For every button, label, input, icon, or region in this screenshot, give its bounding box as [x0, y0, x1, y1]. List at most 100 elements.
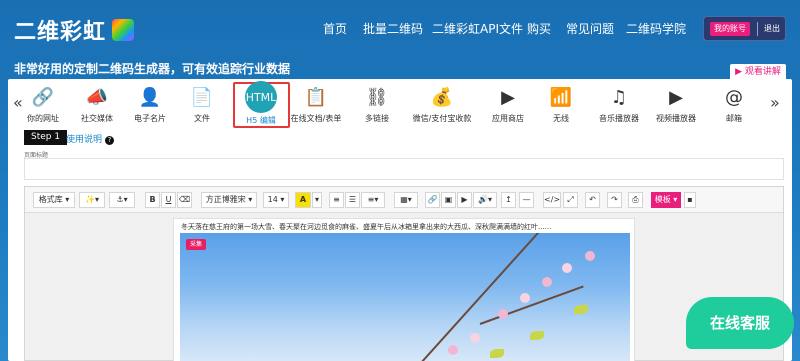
branch	[479, 285, 584, 325]
tool-multi-link[interactable]: ⛓ 多链接	[347, 85, 407, 124]
tool-video[interactable]: ▶ 视频播放器	[646, 85, 706, 124]
ordered-list-icon[interactable]: ≡	[329, 192, 344, 208]
nav-home[interactable]: 首页	[323, 20, 347, 37]
payment-icon: 💰	[430, 86, 454, 108]
tool-wifi[interactable]: 📶 无线	[531, 85, 591, 124]
scroll-right-icon[interactable]: »	[770, 93, 780, 112]
nav-batch-qr[interactable]: 批量二维码	[363, 20, 423, 37]
rich-text-editor: 格式库 ▾ ✨▾ ⚓▾ B U ⌫ 方正博雅宋 ▾ 14 ▾ A ▾ ≡ ☰ ≡…	[24, 186, 784, 361]
nav-faq[interactable]: 常见问题	[566, 20, 614, 37]
text-color-icon[interactable]: A	[295, 192, 311, 208]
tagline: 非常好用的定制二维码生成器，可有效追踪行业数据	[14, 62, 291, 76]
video-icon[interactable]: ▶	[457, 192, 472, 208]
redo-icon[interactable]: ↷	[607, 192, 622, 208]
tool-h5-editor[interactable]: HTML H5 编辑	[231, 81, 291, 126]
html-editor-icon: HTML	[245, 81, 277, 113]
tool-document[interactable]: 📋 在线文档/表单	[286, 85, 346, 124]
template-dropdown[interactable]: 模板 ▾	[651, 192, 681, 208]
online-support-button[interactable]: 在线客服	[686, 297, 794, 349]
code-icon[interactable]: </>	[543, 192, 561, 208]
format-library-dropdown[interactable]: 格式库 ▾	[33, 192, 75, 208]
link-icon[interactable]: 🔗	[425, 192, 440, 208]
blossom	[542, 277, 552, 287]
tool-label: 你的网址	[27, 114, 59, 123]
nav-buy[interactable]: 购买	[527, 20, 551, 37]
font-family-dropdown[interactable]: 方正博雅宋 ▾	[201, 192, 257, 208]
tool-label: 多链接	[365, 114, 389, 123]
bold-button[interactable]: B	[145, 192, 160, 208]
font-size-dropdown[interactable]: 14 ▾	[263, 192, 289, 208]
rainbow-bear-icon	[112, 19, 135, 41]
tool-vcard[interactable]: 👤 电子名片	[120, 85, 180, 124]
account-box: 我的账号 退出	[703, 16, 786, 41]
app-store-icon: ▶	[501, 86, 515, 108]
article-text: 冬天落在慈王府的第一场大雪、春天聚在河边觅食的麻雀、盛夏午后从冰箱里拿出来的大西…	[181, 223, 552, 231]
tool-music[interactable]: ♫ 音乐播放器	[589, 85, 649, 124]
undo-icon[interactable]: ↶	[585, 192, 600, 208]
top-nav: 二维彩虹 首页 批量二维码 二维彩虹API文件 购买 常见问题 二维码学院 我的…	[0, 0, 800, 56]
blossom	[448, 345, 458, 355]
horizontal-line-icon[interactable]: —	[519, 192, 534, 208]
tool-label: 在线文档/表单	[290, 114, 342, 123]
blossom	[470, 333, 480, 343]
tool-label: 电子名片	[134, 114, 166, 123]
blossom-photo: 采集	[180, 233, 630, 361]
tool-label: 应用商店	[492, 114, 524, 123]
tool-label: 微信/支付宝收款	[412, 114, 472, 123]
blossom	[498, 309, 508, 319]
video-icon: ▶	[669, 86, 683, 108]
tool-url[interactable]: 🔗 你的网址	[13, 85, 73, 124]
megaphone-icon: 📣	[85, 86, 109, 108]
blossom	[562, 263, 572, 273]
print-icon[interactable]: ⎙	[628, 192, 643, 208]
tool-label: 无线	[553, 114, 569, 123]
tool-label: 邮箱	[726, 114, 742, 123]
link-icon: 🔗	[31, 86, 55, 108]
leaf	[490, 349, 504, 358]
document-icon: 📋	[304, 86, 328, 108]
tool-app-store[interactable]: ▶ 应用商店	[478, 85, 538, 124]
nav-api-docs[interactable]: 二维彩虹API文件	[432, 20, 523, 37]
tool-email[interactable]: @ 邮箱	[704, 85, 764, 124]
tool-payment[interactable]: 💰 微信/支付宝收款	[412, 85, 472, 124]
leaf	[574, 305, 588, 314]
eraser-icon[interactable]: ⌫	[177, 192, 192, 208]
underline-button[interactable]: U	[161, 192, 176, 208]
table-icon[interactable]: ▦▾	[394, 192, 418, 208]
nav-academy[interactable]: 二维码学院	[626, 20, 686, 37]
tool-label: H5 编辑	[246, 116, 276, 125]
tool-label: 音乐播放器	[599, 114, 639, 123]
wifi-icon: 📶	[549, 86, 573, 108]
upload-icon[interactable]: ↥	[501, 192, 516, 208]
tool-file[interactable]: 📄 文件	[172, 85, 232, 124]
pdf-file-icon: 📄	[190, 86, 214, 108]
my-account-button[interactable]: 我的账号	[710, 22, 750, 36]
tool-label: 社交媒体	[81, 114, 113, 123]
anchor-icon[interactable]: ⚓▾	[109, 192, 135, 208]
image-icon[interactable]: ▣	[441, 192, 456, 208]
logo-text: 二维彩虹	[14, 20, 107, 45]
logout-link[interactable]: 退出	[764, 22, 780, 36]
logo[interactable]: 二维彩虹	[14, 14, 135, 46]
fullscreen-icon[interactable]: ⤢	[563, 192, 578, 208]
tool-label: 视频播放器	[656, 114, 696, 123]
tool-social[interactable]: 📣 社交媒体	[67, 85, 127, 124]
align-icon[interactable]: ≡▾	[361, 192, 385, 208]
editor-canvas[interactable]: 冬天落在慈王府的第一场大雪、春天聚在河边觅食的麻雀、盛夏午后从冰箱里拿出来的大西…	[173, 218, 635, 361]
tool-label: 文件	[194, 114, 210, 123]
music-icon: ♫	[610, 86, 628, 108]
page-title-input[interactable]	[24, 158, 784, 180]
howto-link[interactable]: 使用说明?	[66, 132, 115, 145]
question-icon: ?	[105, 136, 115, 145]
audio-icon[interactable]: 🔊▾	[473, 192, 497, 208]
step-badge: Step 1	[24, 130, 68, 145]
save-icon[interactable]: ▪	[684, 192, 696, 208]
magic-wand-icon[interactable]: ✨▾	[79, 192, 105, 208]
chevron-down-icon[interactable]: ▾	[312, 192, 322, 208]
bullet-list-icon[interactable]: ☰	[345, 192, 360, 208]
email-icon: @	[725, 86, 743, 108]
generator-panel: « » 🔗 你的网址 📣 社交媒体 👤 电子名片 📄 文件 HTML H5 编辑…	[8, 79, 792, 361]
collect-tag[interactable]: 采集	[186, 239, 207, 250]
blossom	[585, 251, 595, 261]
network-icon: ⛓	[365, 86, 389, 108]
